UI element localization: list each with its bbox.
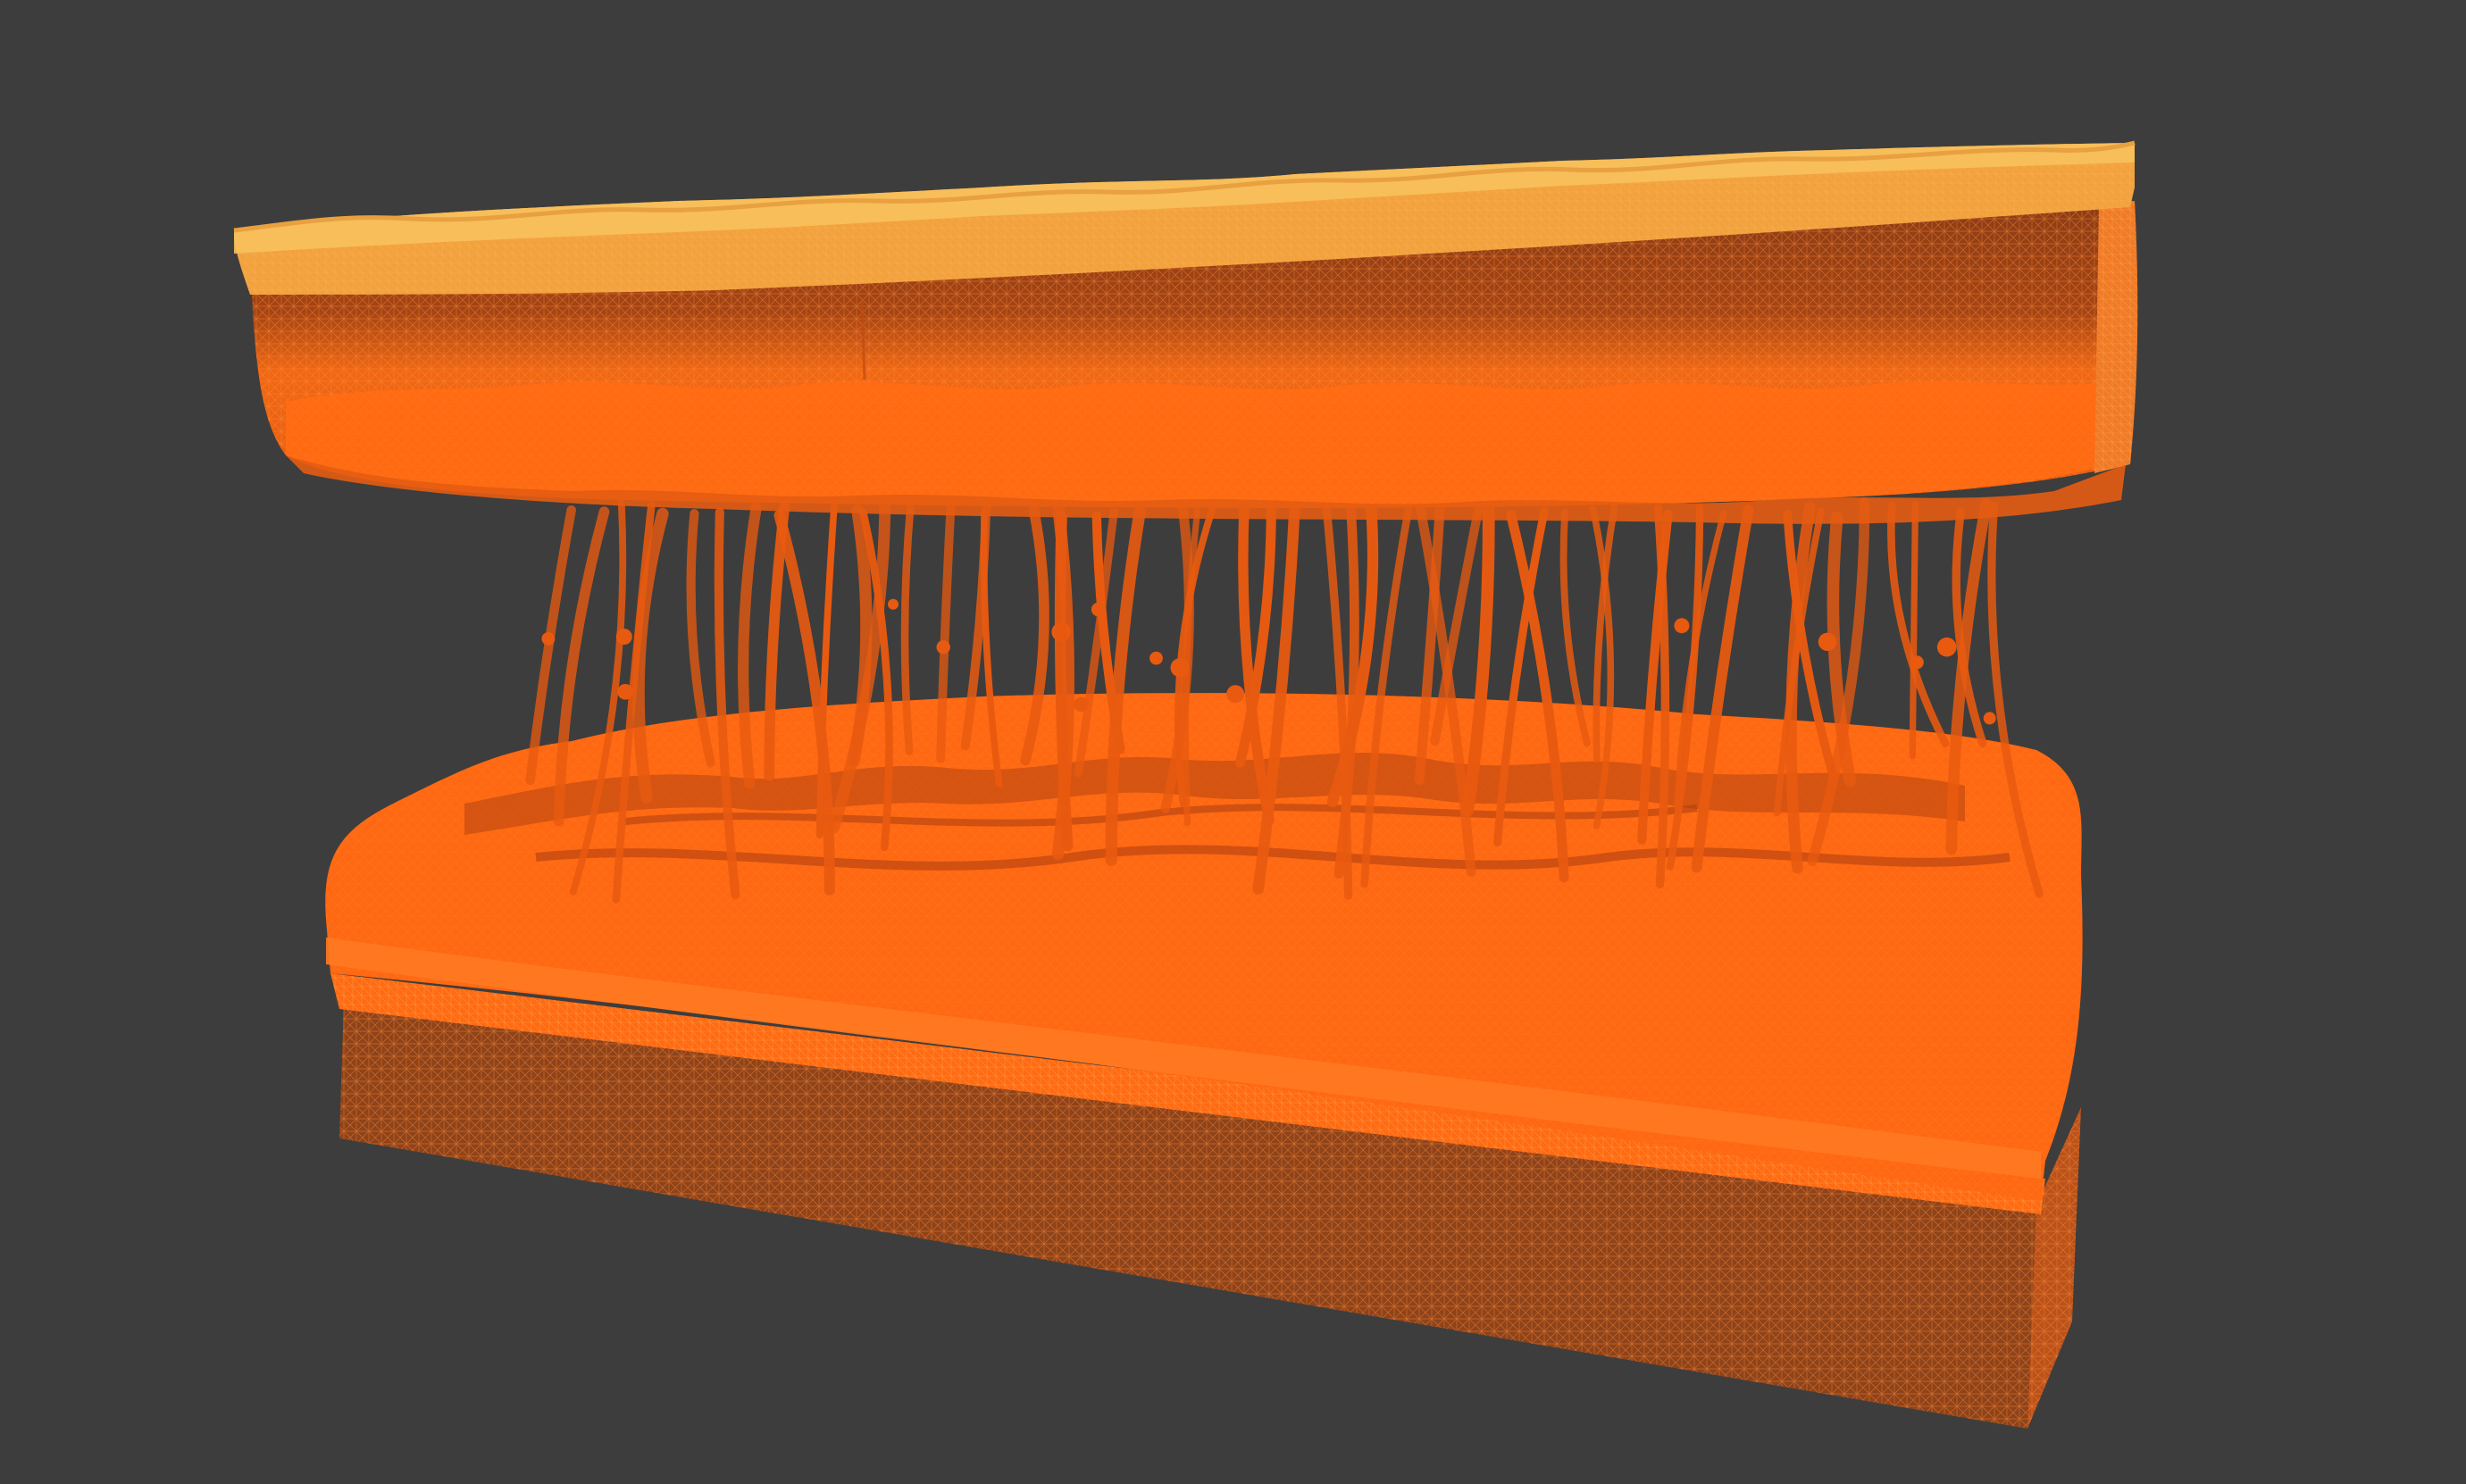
- gland-node: [1226, 685, 1245, 704]
- gland-node: [615, 629, 632, 646]
- lower-tissue-block: [325, 693, 2083, 1429]
- gland-node: [1091, 602, 1106, 617]
- gland-node: [1983, 712, 1996, 725]
- gland-node: [1910, 655, 1924, 670]
- fiber-strand: [900, 501, 915, 755]
- gland-node: [1674, 618, 1690, 634]
- fiber-strand: [1909, 501, 1918, 760]
- gland-node: [1936, 637, 1957, 657]
- fiber-strand: [1887, 501, 1950, 747]
- wireframe-skin-model: [233, 140, 2138, 1429]
- 3d-viewport[interactable]: [0, 0, 2466, 1484]
- gland-node: [541, 632, 556, 646]
- gland-node: [1818, 632, 1837, 651]
- gland-node: [936, 640, 950, 654]
- gland-node: [1149, 651, 1163, 665]
- gland-node: [888, 598, 899, 610]
- upper-tissue-slab: [233, 140, 2138, 524]
